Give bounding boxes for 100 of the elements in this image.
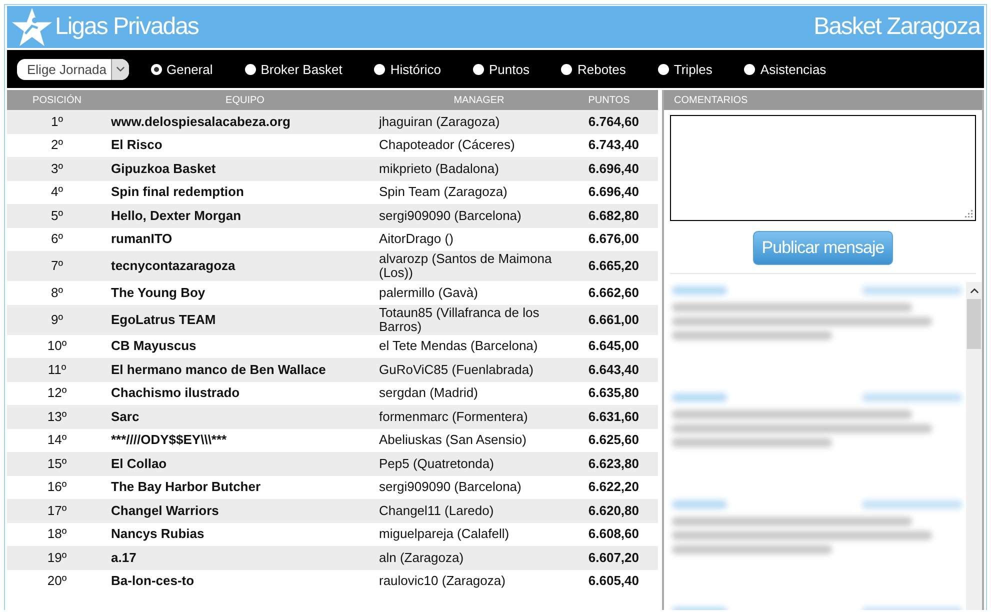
position-cell-text: 9º [50,312,64,326]
manager-cell-text: alvarozp (Santos de Maimona (Los)) [379,252,553,280]
points-cell-text: 6.696,40 [587,162,639,176]
points-cell-text: 6.625,60 [587,433,639,448]
chevron-down-icon [116,66,124,72]
manager-cell-text: el Tete Mendas (Barcelona) [379,339,539,354]
position-cell-text: 12º [46,386,68,400]
manager-cell-text: sergi909090 (Barcelona) [379,480,522,494]
team-cell-text: www.delospiesalacabeza.org [110,114,292,129]
team-cell-text: Gipuzkoa Basket [110,162,217,176]
manager-cell-text: Spin Team (Zaragoza) [379,185,508,200]
team-cell-text: a.17 [110,550,138,565]
team-cell-text: tecnycontazaragoza [110,259,236,273]
points-cell-text: 6.607,20 [587,550,639,565]
position-cell-text: 16º [46,480,68,494]
league-name: Basket Zaragoza [814,13,980,41]
manager-cell-text: GuRoViC85 (Fuenlabrada) [379,362,534,377]
scrollbar[interactable] [966,282,982,610]
round-select[interactable]: Elige Jornada [17,58,128,80]
manager-cell-text: jhaguiran (Zaragoza) [379,114,501,129]
team-cell-text: Changel Warriors [110,504,220,518]
manager-cell-text: Chapoteador (Cáceres) [379,138,516,152]
column-header: MANAGER [452,94,506,106]
points-cell-text: 6.645,00 [587,339,639,354]
filter-radio[interactable]: General [150,62,213,76]
position-cell-text: 2º [50,138,64,152]
points-cell-text: 6.662,60 [587,286,639,300]
scroll-up-icon[interactable] [970,288,978,294]
position-cell-text: 3º [50,162,64,176]
team-cell-text: El hermano manco de Ben Wallace [110,362,327,377]
team-cell-text: ***////ODY$$EY\\\*** [110,433,228,448]
points-cell-text: 6.622,20 [587,480,639,494]
team-cell-text: EgoLatrus TEAM [110,312,217,326]
column-header: POSICIÓN [32,94,82,106]
team-cell-text: Chachismo ilustrado [110,386,241,400]
team-cell-text: Spin final redemption [110,185,245,200]
manager-cell-text: Totaun85 (Villafranca de los Barros) [379,306,540,334]
points-cell-text: 6.643,40 [587,362,639,377]
manager-cell-text: sergi909090 (Barcelona) [379,208,522,223]
manager-cell-text: raulovic10 (Zaragoza) [379,574,506,588]
position-cell-text: 17º [46,504,68,518]
position-cell-text: 1º [50,114,64,129]
points-cell-text: 6.620,80 [587,504,639,518]
points-cell-text: 6.682,80 [587,208,639,223]
team-cell-text: Nancys Rubias [110,527,206,542]
comment-field[interactable] [670,115,976,221]
points-cell-text: 6.764,60 [587,114,639,129]
position-cell-text: 4º [50,185,64,200]
filter-radio[interactable]: Histórico [374,62,441,76]
points-cell-text: 6.623,80 [587,456,639,471]
column-header: EQUIPO [224,94,266,106]
team-cell-text: El Collao [110,456,168,471]
points-cell-text: 6.676,00 [587,232,639,246]
manager-cell-text: AitorDrago () [379,232,454,246]
points-cell-text: 6.696,40 [587,185,639,200]
team-cell-text: CB Mayuscus [110,339,198,354]
manager-cell-text: Abeliuskas (San Asensio) [379,433,528,448]
team-cell-text: El Risco [110,138,164,152]
column-header: PUNTOS [587,94,631,106]
position-cell-text: 13º [46,410,68,424]
manager-cell-text: sergdan (Madrid) [379,386,479,400]
position-cell-text: 14º [46,433,68,448]
team-cell-text: The Young Boy [110,286,206,300]
points-cell-text: 6.608,60 [587,527,639,542]
manager-cell-text: formenmarc (Formentera) [379,410,529,424]
manager-cell-text: mikprieto (Badalona) [379,162,500,176]
position-cell-text: 19º [46,550,68,565]
position-cell-text: 11º [46,362,68,377]
points-cell-text: 6.635,80 [587,386,639,400]
position-cell-text: 15º [46,456,68,471]
points-cell-text: 6.631,60 [587,410,639,424]
resize-grip-icon [965,210,973,218]
manager-cell-text: Pep5 (Quatretonda) [379,456,495,471]
team-cell-text: The Bay Harbor Butcher [110,480,262,494]
filter-radio[interactable]: Asistencias [744,62,826,76]
position-cell-text: 8º [50,286,64,300]
team-cell-text: Hello, Dexter Morgan [110,208,242,223]
scrollbar-thumb[interactable] [967,299,981,349]
team-cell-text: rumanITO [110,232,174,246]
points-cell-text: 6.665,20 [587,259,639,273]
position-cell-text: 20º [46,574,68,588]
position-cell-text: 5º [50,208,64,223]
filter-radio[interactable]: Puntos [472,62,530,76]
manager-cell-text: aln (Zaragoza) [379,550,465,565]
filter-radio[interactable]: Rebotes [561,62,626,76]
filter-radio[interactable]: Broker Basket [244,62,342,76]
team-cell-text: Sarc [110,410,140,424]
points-cell-text: 6.605,40 [587,574,639,588]
position-cell-text: 6º [50,232,64,246]
position-cell-text: 10º [46,339,68,354]
points-cell-text: 6.743,40 [587,138,639,152]
position-cell-text: 18º [46,527,68,542]
comments-heading: COMENTARIOS [674,94,748,106]
points-cell-text: 6.661,00 [587,312,639,326]
filter-radio[interactable]: Triples [658,62,712,76]
manager-cell-text: palermillo (Gavà) [379,286,479,300]
manager-cell-text: Changel11 (Laredo) [379,504,495,518]
manager-cell-text: miguelpareja (Calafell) [379,527,510,542]
team-cell-text: Ba-lon-ces-to [110,574,196,588]
logo-text: Ligas Privadas [55,13,200,41]
